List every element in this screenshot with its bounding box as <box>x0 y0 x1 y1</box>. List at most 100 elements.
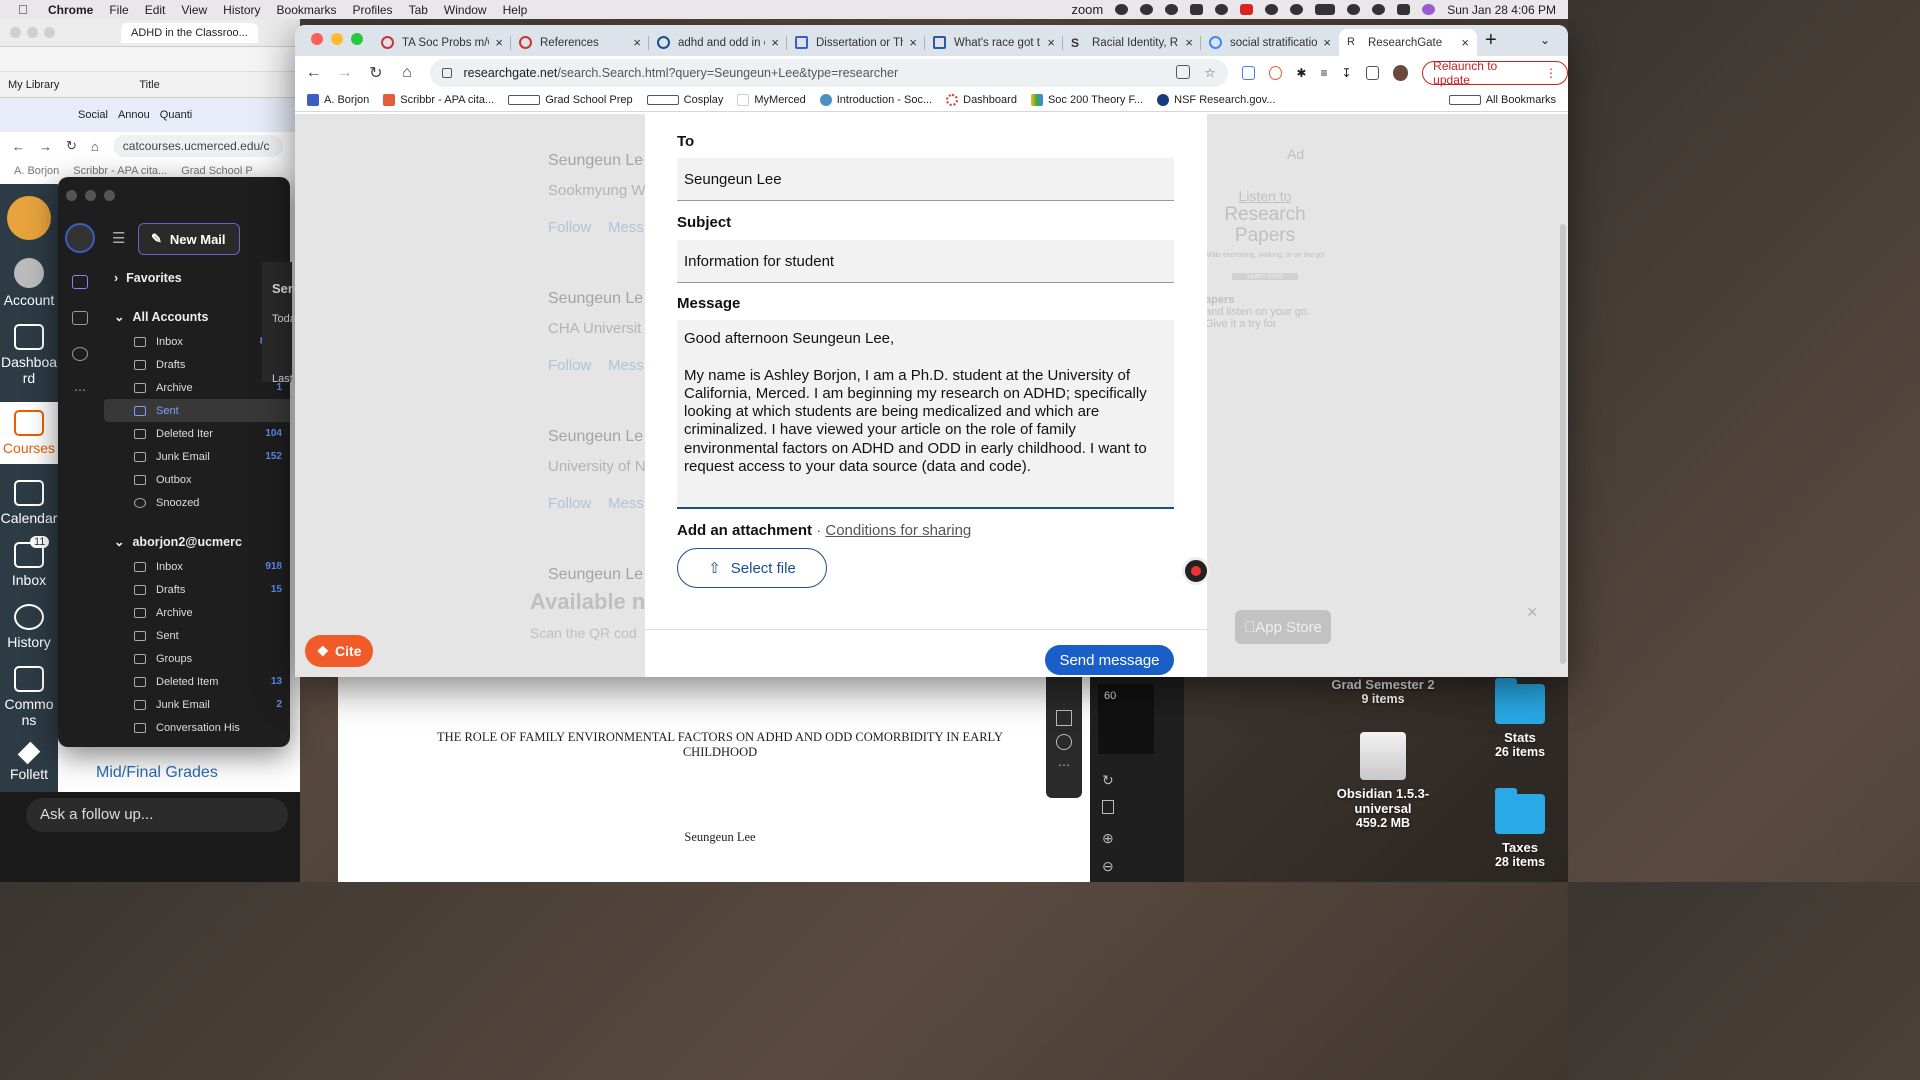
address-bar[interactable]: researchgate.net/search.Search.html?quer… <box>429 58 1228 87</box>
outlook-minimize-button[interactable] <box>85 189 96 201</box>
reading-list-icon[interactable]: ≡ <box>1320 66 1327 80</box>
close-tab-icon[interactable]: × <box>1461 35 1469 50</box>
minimize-button[interactable] <box>331 33 343 45</box>
control-center-icon[interactable] <box>1397 4 1411 15</box>
nav-account[interactable]: Account <box>0 258 58 308</box>
folder-junk[interactable]: Junk Email 152 <box>104 445 290 468</box>
status-icon-6[interactable] <box>1240 4 1254 15</box>
menu-edit[interactable]: Edit <box>145 3 166 17</box>
bg-close-button[interactable] <box>10 27 21 38</box>
folder-sent[interactable]: Sent <box>104 399 290 422</box>
siri-icon[interactable] <box>1422 4 1436 15</box>
bg-bookmark-scribbr[interactable]: Scribbr - APA cita... <box>73 165 167 177</box>
message-textarea[interactable]: Good afternoon Seungeun Lee, My name is … <box>677 320 1174 509</box>
relaunch-to-update-button[interactable]: Relaunch to update ⋮ <box>1422 59 1568 87</box>
hamburger-menu-icon[interactable]: ☰ <box>112 229 125 247</box>
menu-profiles[interactable]: Profiles <box>353 3 393 17</box>
acct-folder-archive[interactable]: Archive <box>104 601 290 624</box>
folder-snoozed[interactable]: Snoozed <box>104 491 290 514</box>
status-icon-1[interactable] <box>1115 4 1129 15</box>
floating-extension-icon[interactable] <box>1182 557 1210 585</box>
acct-folder-junk[interactable]: Junk Email 2 <box>104 693 290 716</box>
tab-references[interactable]: References × <box>511 29 649 56</box>
bookmark-a-borjon[interactable]: A. Borjon <box>307 94 369 106</box>
bookmark-cosplay[interactable]: Cosplay <box>646 94 723 106</box>
status-icon-4[interactable] <box>1190 4 1204 15</box>
site-info-icon[interactable] <box>441 67 452 78</box>
tab-search-chevron-icon[interactable]: ⌄ <box>1540 33 1550 47</box>
tab-race[interactable]: What's race got t × <box>925 29 1063 56</box>
bg-reload-icon[interactable]: ↻ <box>66 138 77 154</box>
zoom-button[interactable] <box>351 33 363 45</box>
zoom-status[interactable]: zoom <box>1071 2 1103 17</box>
page-icon[interactable] <box>1102 800 1114 814</box>
back-icon[interactable]: ← <box>305 64 322 82</box>
nav-dashboard[interactable]: Dashboa rd <box>0 324 58 386</box>
outlook-zoom-button[interactable] <box>104 189 115 201</box>
globe-icon[interactable] <box>65 223 95 253</box>
acct-folder-groups[interactable]: Groups <box>104 647 290 670</box>
play-icon[interactable] <box>1265 4 1279 15</box>
nav-history[interactable]: History <box>0 604 58 650</box>
acct-folder-inbox[interactable]: Inbox 918 <box>104 555 290 578</box>
desktop-folder-taxes[interactable]: Taxes 28 items <box>1478 788 1562 869</box>
close-tab-icon[interactable]: × <box>495 35 503 50</box>
new-mail-button[interactable]: ✎ New Mail <box>138 223 240 255</box>
close-tab-icon[interactable]: × <box>633 35 641 50</box>
send-message-button[interactable]: Send message <box>1045 645 1174 675</box>
forward-icon[interactable]: → <box>336 64 353 82</box>
zoom-out-icon[interactable]: ⊖ <box>1102 858 1114 875</box>
bookmark-introduction-soc[interactable]: Introduction - Soc... <box>819 94 932 106</box>
tab-researchgate[interactable]: R ResearchGate × <box>1339 29 1477 56</box>
bg-forward-icon[interactable]: → <box>39 139 52 154</box>
bg-bookmark-borjon[interactable]: A. Borjon <box>14 165 59 177</box>
reload-icon[interactable]: ↻ <box>367 63 384 83</box>
close-tab-icon[interactable]: × <box>1323 35 1331 50</box>
close-tab-icon[interactable]: × <box>909 35 917 50</box>
moon-icon[interactable] <box>1290 4 1304 15</box>
tab-racial-identity[interactable]: S Racial Identity, R × <box>1063 29 1201 56</box>
bg-tab-announcements[interactable]: Annou <box>118 109 150 121</box>
menu-help[interactable]: Help <box>503 3 528 17</box>
bg-url[interactable]: catcourses.ucmerced.edu/c <box>112 135 283 157</box>
more-icon[interactable]: ⋯ <box>74 383 86 397</box>
bookmark-nsf-research[interactable]: NSF Research.gov... <box>1157 94 1275 106</box>
folder-outbox[interactable]: Outbox <box>104 468 290 491</box>
downloads-icon[interactable]: ↧ <box>1341 66 1351 80</box>
bookmark-soc-200-theory[interactable]: Soc 200 Theory F... <box>1030 94 1143 106</box>
subject-input[interactable]: Information for student <box>677 240 1174 283</box>
sign-icon[interactable] <box>1056 734 1072 750</box>
all-bookmarks-button[interactable]: All Bookmarks <box>1448 94 1556 106</box>
rotate-icon[interactable]: ↻ <box>1102 772 1114 789</box>
more-icon[interactable]: ⋯ <box>1046 758 1082 772</box>
tab-dissertation[interactable]: Dissertation or Th × <box>787 29 925 56</box>
status-icon-5[interactable] <box>1215 4 1229 15</box>
bg-tab-quanti[interactable]: Quanti <box>160 109 192 121</box>
zoom-value[interactable]: 60 <box>1098 684 1154 754</box>
title-column-header[interactable]: Title <box>139 79 159 91</box>
select-file-button[interactable]: ⇧ Select file <box>677 548 827 588</box>
bg-minimize-button[interactable] <box>27 27 38 38</box>
page-scrollbar[interactable] <box>1560 224 1566 664</box>
desktop-folder-stats[interactable]: Stats 26 items <box>1478 678 1562 759</box>
tab-social-stratification[interactable]: social stratificatio × <box>1201 29 1339 56</box>
new-tab-button[interactable]: + <box>1485 29 1497 52</box>
outlook-close-button[interactable] <box>66 189 77 201</box>
folder-deleted[interactable]: Deleted Iter 104 <box>104 422 290 445</box>
share-icon[interactable] <box>1176 65 1191 79</box>
status-icon-3[interactable] <box>1165 4 1179 15</box>
bg-bookmark-grad[interactable]: Grad School P <box>181 165 253 177</box>
apple-menu-icon[interactable]:  <box>18 2 32 17</box>
close-tab-icon[interactable]: × <box>771 35 779 50</box>
university-logo[interactable] <box>7 196 51 240</box>
ask-follow-up-input[interactable]: Ask a follow up... <box>26 798 288 832</box>
bg-tab-social[interactable]: Social <box>78 109 108 121</box>
menu-file[interactable]: File <box>109 3 128 17</box>
battery-icon[interactable] <box>1315 4 1336 15</box>
menu-tab[interactable]: Tab <box>409 3 428 17</box>
text-select-icon[interactable] <box>1056 710 1072 726</box>
side-panel-icon[interactable] <box>1365 65 1379 80</box>
people-icon[interactable] <box>72 347 88 361</box>
datetime[interactable]: Sun Jan 28 4:06 PM <box>1447 3 1556 17</box>
bg-back-icon[interactable]: ← <box>12 139 25 154</box>
